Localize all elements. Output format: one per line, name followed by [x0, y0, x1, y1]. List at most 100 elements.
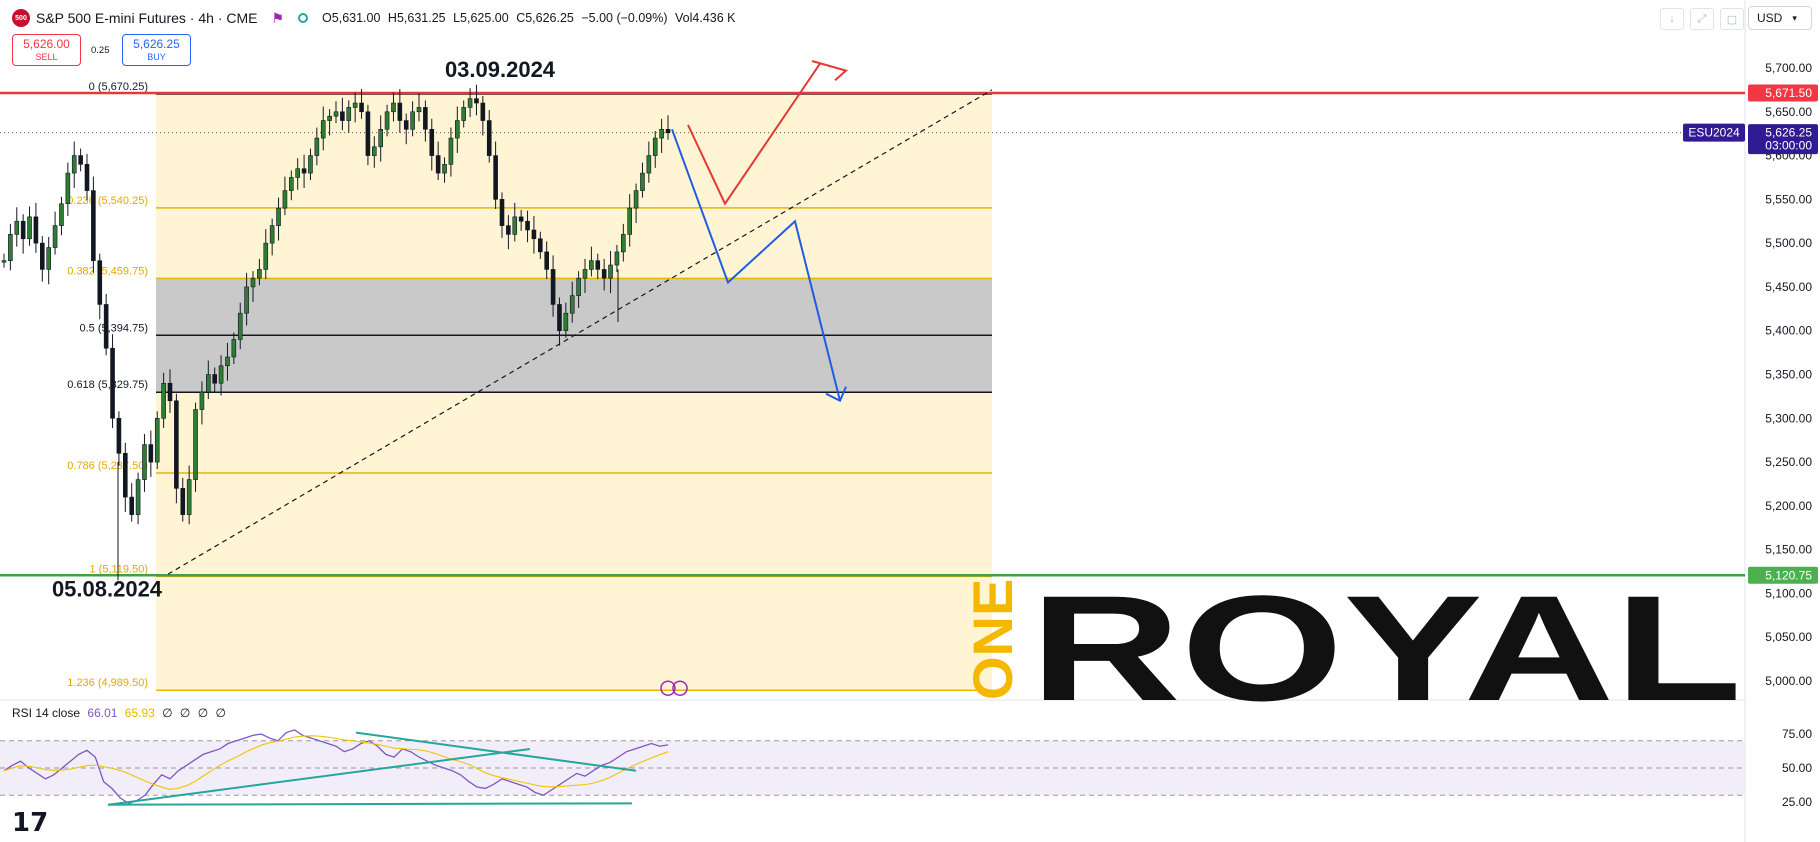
- candle: [378, 129, 383, 148]
- candle: [174, 400, 179, 489]
- candle: [20, 220, 26, 240]
- candle: [474, 98, 479, 104]
- candle: [359, 102, 364, 113]
- y-tick-label: 5,650.00: [1765, 105, 1812, 119]
- candle: [186, 479, 192, 515]
- fib-label: 0.382 (5,459.75): [67, 265, 148, 277]
- tradingview-logo-text: 17: [12, 808, 49, 838]
- sell-button[interactable]: 5,626.00 SELL: [12, 34, 81, 66]
- watermark-prefix: ONE: [961, 579, 1024, 700]
- flag-icon[interactable]: ⚑: [271, 10, 284, 27]
- candle: [40, 242, 45, 270]
- candle: [295, 168, 300, 178]
- candle: [589, 260, 594, 270]
- y-tick-label: 5,200.00: [1765, 499, 1812, 513]
- candle: [52, 225, 58, 248]
- fib-label: 1.236 (4,989.50): [67, 677, 148, 689]
- candle: [340, 111, 345, 121]
- fib-label: 0.786 (5,237.50): [67, 460, 148, 472]
- buy-label: BUY: [147, 52, 166, 62]
- rsi-tick-label: 50.00: [1782, 761, 1812, 775]
- screenshot-icon[interactable]: ▢: [1720, 8, 1744, 30]
- candle: [569, 295, 575, 314]
- candle: [301, 168, 307, 174]
- fib-label: 0 (5,670.25): [89, 81, 148, 93]
- rsi-empty-values: ∅ ∅ ∅ ∅: [162, 706, 228, 720]
- candle: [646, 155, 652, 174]
- candle: [123, 453, 128, 498]
- ohlc-close: C5,626.25: [516, 11, 574, 25]
- candle: [33, 216, 39, 244]
- candle: [576, 277, 581, 296]
- price-axis-tag-value: 5,626.25: [1765, 126, 1812, 140]
- ohlc-volume: Vol4.436 K: [675, 11, 736, 25]
- candle: [429, 129, 435, 156]
- candle: [142, 444, 147, 480]
- y-tick-label: 5,550.00: [1765, 192, 1812, 206]
- ohlc-values: O5,631.00 H5,631.25 L5,625.00 C5,626.25 …: [322, 11, 739, 25]
- candle: [333, 111, 339, 117]
- candle: [180, 488, 186, 515]
- candle: [499, 199, 505, 226]
- symbol-logo-icon[interactable]: 500: [12, 9, 30, 27]
- candle: [65, 172, 71, 205]
- candle: [97, 260, 103, 305]
- rsi-legend[interactable]: RSI 14 close 66.01 65.93 ∅ ∅ ∅ ∅: [12, 706, 228, 720]
- candle: [448, 137, 454, 165]
- fullscreen-icon[interactable]: ⤢: [1690, 8, 1714, 30]
- candle: [59, 203, 64, 226]
- tradingview-logo[interactable]: 17: [12, 808, 48, 838]
- chevron-down-icon: ▾: [1792, 12, 1797, 23]
- buy-button[interactable]: 5,626.25 BUY: [122, 34, 191, 66]
- candle: [423, 107, 428, 130]
- sell-price: 5,626.00: [23, 37, 70, 51]
- scroll-down-icon[interactable]: ↓: [1660, 8, 1684, 30]
- y-tick-label: 5,350.00: [1765, 368, 1812, 382]
- market-status-icon[interactable]: [298, 13, 309, 23]
- currency-select[interactable]: USD ▾: [1748, 6, 1812, 30]
- chart-toolbar-buttons: ↓ ⤢ ▢: [1660, 8, 1744, 30]
- candle: [282, 190, 288, 209]
- buy-price: 5,626.25: [133, 37, 180, 51]
- fib-label: 0.5 (5,394.75): [80, 322, 149, 334]
- candle: [116, 417, 122, 454]
- candle: [346, 107, 352, 121]
- candle: [135, 479, 141, 515]
- candle: [550, 269, 556, 305]
- watermark-word: ROYAL: [1030, 564, 1742, 732]
- candle: [199, 391, 205, 410]
- candle: [161, 382, 166, 419]
- candle: [640, 172, 645, 191]
- symbol-tag-label: ESU2024: [1688, 126, 1740, 140]
- bullish-arrowhead: [811, 60, 849, 82]
- candle: [531, 229, 537, 240]
- candle: [148, 444, 154, 463]
- candle: [365, 111, 371, 156]
- candle: [218, 365, 224, 384]
- top-date-label: 03.09.2024: [445, 57, 556, 82]
- candle: [512, 216, 518, 235]
- y-tick-label: 5,000.00: [1765, 674, 1812, 688]
- candle: [608, 264, 613, 279]
- candle: [257, 269, 262, 279]
- candle: [276, 207, 281, 226]
- price-chart[interactable]: 0 (5,670.25) 0.236 (5,540.25) 0.382 (5,459…: [0, 0, 1820, 842]
- rsi-label: RSI 14 close: [12, 706, 81, 720]
- y-tick-label: 5,050.00: [1765, 630, 1812, 644]
- candle: [154, 417, 160, 463]
- candle: [327, 115, 332, 121]
- candle: [372, 146, 377, 156]
- candle: [71, 155, 77, 174]
- y-tick-label: 5,400.00: [1765, 324, 1812, 338]
- ohlc-change: −5.00 (−0.09%): [581, 11, 668, 25]
- candle: [320, 120, 326, 139]
- y-tick-label: 5,500.00: [1765, 236, 1812, 250]
- candle: [8, 234, 13, 261]
- candle: [455, 120, 460, 139]
- candle: [538, 238, 543, 253]
- candle: [652, 137, 658, 156]
- candle: [480, 102, 486, 121]
- candle: [467, 98, 473, 108]
- rsi-tick-label: 25.00: [1782, 795, 1812, 809]
- symbol-title[interactable]: S&P 500 E-mini Futures · 4h · CME: [36, 10, 257, 26]
